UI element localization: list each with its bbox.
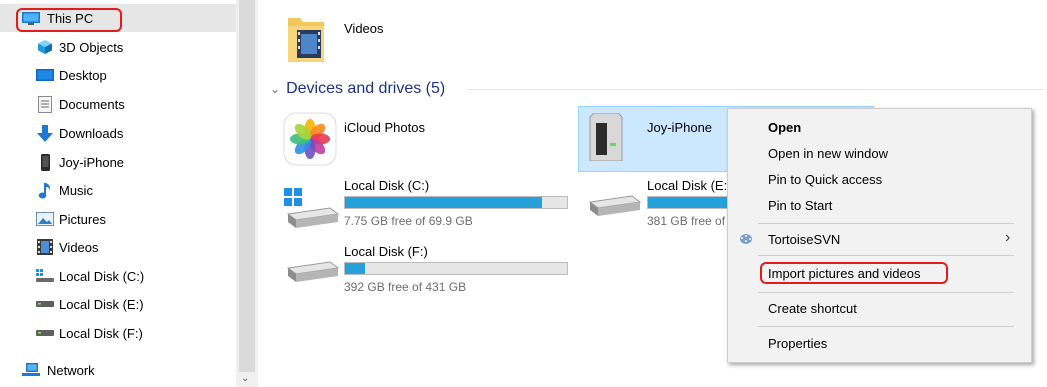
drive-label-c: Local Disk (C:) [344,178,430,193]
menu-item-tortoisesvn[interactable]: TortoiseSVN › [728,226,1031,252]
drive-usage-fill [345,263,365,274]
menu-item-properties[interactable]: Properties [768,336,827,351]
group-divider [468,89,1043,90]
pictures-icon [36,210,54,228]
group-title: Devices and drives (5) [286,80,446,97]
sidebar-item-3d-objects[interactable]: 3D Objects [0,33,236,61]
folder-item-videos[interactable] [286,12,336,64]
sidebar-item-label: Documents [59,96,125,112]
sidebar-item-label: Joy-iPhone [59,154,125,170]
sidebar-item-local-disk-c[interactable]: Local Disk (C:) [0,262,236,290]
sidebar-item-label: Local Disk (E:) [59,296,144,312]
sidebar-item-local-disk-e[interactable]: Local Disk (E:) [0,290,236,318]
context-menu: Open Open in new window Pin to Quick acc… [727,108,1032,363]
desktop-icon [36,66,54,84]
device-label-icloud-photos: iCloud Photos [344,120,425,135]
sidebar-item-label: Pictures [59,211,106,227]
sidebar-item-label: Network [47,362,95,378]
menu-separator [758,326,1014,327]
3d-objects-icon [36,38,54,56]
devices-and-drives-header[interactable]: ⌄ Devices and drives (5) [270,80,445,98]
icloud-photos-icon [282,111,338,170]
scrollbar-thumb[interactable] [239,0,255,372]
sidebar-item-label: Desktop [59,67,107,83]
annotation-highlight-import [760,262,948,284]
sidebar-item-label: Local Disk (C:) [59,268,145,284]
chevron-down-icon: ⌄ [270,82,281,96]
documents-icon [36,95,54,113]
sidebar-item-label: 3D Objects [59,39,124,55]
sidebar-item-documents[interactable]: Documents [0,90,236,118]
sidebar-item-label: Downloads [59,125,124,141]
menu-item-create-shortcut[interactable]: Create shortcut [768,301,857,316]
sidebar-item-local-disk-f[interactable]: Local Disk (F:) [0,319,236,347]
menu-separator [758,223,1014,224]
navigation-pane: This PC 3D Objects Desktop Documents Dow… [0,0,236,387]
drive-usage-fill [345,197,543,208]
drive-usage-bar-f [344,262,568,275]
scroll-down-arrow-icon[interactable]: ⌄ [241,374,249,384]
folder-label: Videos [344,21,384,36]
sidebar-item-joy-iphone[interactable]: Joy-iPhone [0,148,236,176]
sidebar-item-label: Local Disk (F:) [59,325,143,341]
sidebar-item-desktop[interactable]: Desktop [0,61,236,89]
menu-separator [758,255,1014,256]
iphone-icon [36,153,54,171]
sidebar-item-videos[interactable]: Videos [0,233,236,261]
videos-icon [36,238,54,256]
menu-item-open[interactable]: Open [768,120,801,135]
menu-separator [758,292,1014,293]
drive-label-e: Local Disk (E:) [647,178,732,193]
tortoisesvn-icon [738,232,754,249]
menu-item-pin-to-start[interactable]: Pin to Start [768,198,832,213]
windows-drive-icon [284,188,340,235]
iphone-device-icon [588,112,624,164]
sidebar-item-label: Videos [59,239,99,255]
sidebar-item-label: Music [59,182,93,198]
drive-free-text-f: 392 GB free of 431 GB [344,280,467,294]
menu-item-pin-to-quick-access[interactable]: Pin to Quick access [768,172,882,187]
downloads-icon [36,124,54,142]
sidebar-item-music[interactable]: Music [0,176,236,204]
network-icon [22,361,40,379]
navigation-scrollbar[interactable]: ⌄ [236,0,258,387]
windows-drive-icon [36,267,54,285]
annotation-highlight-this-pc [16,8,122,32]
drive-icon [36,295,54,313]
drive-icon [586,190,642,223]
menu-item-label: TortoiseSVN [768,232,841,247]
device-item-icloud-photos[interactable] [282,109,482,169]
drive-label-f: Local Disk (F:) [344,244,428,259]
sidebar-item-pictures[interactable]: Pictures [0,205,236,233]
videos-folder-icon [286,12,326,67]
chevron-right-icon: › [1005,229,1011,246]
menu-item-open-in-new-window[interactable]: Open in new window [768,146,888,161]
drive-icon [284,256,340,289]
sidebar-item-network[interactable]: Network [0,356,236,384]
device-label-joy-iphone: Joy-iPhone [647,120,713,135]
music-icon [36,181,54,199]
drive-icon [36,324,54,342]
drive-usage-bar-c [344,196,568,209]
sidebar-item-downloads[interactable]: Downloads [0,119,236,147]
drive-free-text-c: 7.75 GB free of 69.9 GB [344,214,473,228]
